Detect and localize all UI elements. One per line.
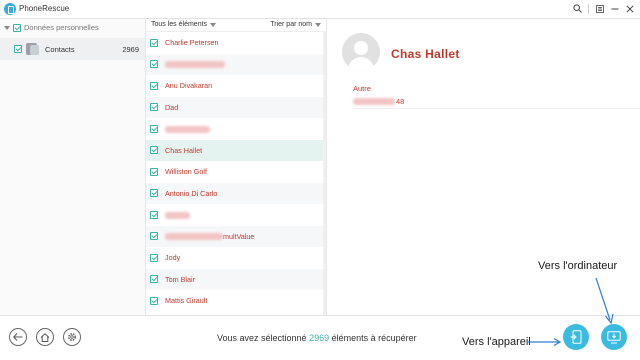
contact-row[interactable]: Jody (146, 247, 326, 269)
title-bar: PhoneRescue (0, 0, 640, 19)
row-checkbox[interactable] (150, 38, 158, 47)
close-icon[interactable] (623, 2, 636, 15)
sidebar-item-label: Contacts (45, 44, 75, 54)
status-count: 2969 (309, 333, 330, 343)
row-checkbox[interactable] (150, 124, 158, 133)
app-logo-icon (4, 3, 16, 15)
row-checkbox[interactable] (150, 210, 158, 219)
field-value: 48 (353, 97, 404, 106)
contact-list: Tous les éléments Trier par nom Charlie … (146, 19, 327, 315)
chevron-down-icon[interactable] (4, 25, 10, 30)
minimize-icon[interactable] (608, 2, 621, 15)
home-icon (40, 332, 50, 342)
search-icon[interactable] (571, 2, 584, 15)
row-checkbox[interactable] (150, 167, 158, 176)
contact-name: Jody (165, 253, 181, 263)
menu-icon[interactable] (593, 2, 606, 15)
category-sidebar: Données personnelles Contacts 2969 (0, 19, 146, 315)
contact-row[interactable]: Anu Divakaran (146, 75, 326, 97)
settings-button[interactable] (63, 328, 81, 346)
contact-row[interactable]: Chas Hallet (146, 139, 326, 161)
chevron-down-icon (210, 22, 217, 27)
row-checkbox[interactable] (150, 103, 158, 112)
contact-name (165, 60, 225, 69)
redacted-name (165, 211, 190, 219)
sort-dropdown[interactable]: Trier par nom (270, 21, 321, 28)
contact-name: Charlie Petersen (165, 38, 219, 48)
contact-name (165, 124, 210, 133)
contact-name: multValue (165, 232, 254, 241)
field-value-suffix: 48 (396, 97, 405, 106)
contact-name-suffix: multValue (223, 231, 255, 241)
window-controls (571, 2, 636, 15)
status-suffix: éléments à récupérer (331, 333, 417, 343)
divider (588, 3, 589, 14)
divider (353, 108, 640, 109)
contact-row[interactable] (146, 204, 326, 226)
recover-to-computer-button[interactable] (601, 324, 627, 350)
row-checkbox[interactable] (150, 189, 158, 198)
contact-name: Chas Hallet (165, 145, 203, 155)
contact-name: Chas Hallet (391, 47, 460, 61)
recover-to-device-button[interactable] (563, 324, 589, 350)
row-checkbox[interactable] (150, 81, 158, 90)
annotation-to-device: Vers l'appareil (462, 336, 531, 348)
filter-label: Tous les éléments (151, 21, 208, 28)
contact-row[interactable] (146, 53, 326, 75)
home-button[interactable] (36, 328, 54, 346)
contact-row[interactable]: Tom Blair (146, 268, 326, 290)
sidebar-item-count: 2969 (122, 44, 139, 54)
redacted-name (165, 61, 225, 69)
contact-row[interactable]: Williston Golf (146, 161, 326, 183)
contact-name: Mattis Girault (165, 296, 208, 306)
list-scrollbar[interactable] (323, 32, 326, 315)
contact-name: Anu Divakaran (165, 81, 213, 91)
redacted-value (353, 98, 395, 105)
phone-export-icon (570, 330, 582, 344)
app-title: PhoneRescue (19, 4, 70, 13)
sidebar-item-contacts[interactable]: Contacts 2969 (0, 38, 145, 60)
arrow-to-computer (595, 277, 614, 325)
contact-row[interactable] (146, 118, 326, 140)
contact-name: Antonio Di Carlo (165, 188, 218, 198)
category-group-header[interactable]: Données personnelles (4, 23, 99, 32)
contact-name: Tom Blair (165, 274, 195, 284)
group-checkbox[interactable] (13, 23, 21, 32)
contact-row[interactable]: Antonio Di Carlo (146, 182, 326, 204)
row-checkbox[interactable] (150, 60, 158, 69)
chevron-down-icon (315, 22, 321, 27)
back-button[interactable] (9, 328, 27, 346)
row-checkbox[interactable] (150, 275, 158, 284)
contact-rows: Charlie Petersen Anu Divakaran Dad Chas Hal… (146, 32, 326, 312)
filter-dropdown[interactable]: Tous les éléments (151, 21, 217, 28)
contacts-icon (26, 42, 39, 56)
row-checkbox[interactable] (150, 146, 158, 155)
gear-icon (68, 333, 76, 341)
contact-row[interactable]: Charlie Petersen (146, 32, 326, 54)
contact-row[interactable]: Mattis Girault (146, 290, 326, 312)
redacted-name (165, 233, 223, 241)
contact-name: Williston Golf (165, 167, 207, 177)
avatar (342, 33, 380, 71)
row-checkbox[interactable] (150, 296, 158, 305)
row-checkbox[interactable] (150, 232, 158, 241)
arrow-to-device (528, 337, 562, 347)
group-label: Données personnelles (24, 23, 99, 32)
status-prefix: Vous avez sélectionné (217, 333, 307, 343)
annotation-to-computer: Vers l'ordinateur (538, 260, 618, 272)
field-label: Autre (353, 84, 371, 93)
contact-row[interactable]: multValue (146, 225, 326, 247)
list-header: Tous les éléments Trier par nom (146, 19, 326, 32)
selection-status: Vous avez sélectionné 2969 éléments à ré… (217, 333, 417, 343)
sort-label: Trier par nom (270, 21, 312, 28)
computer-export-icon (607, 330, 621, 343)
row-checkbox[interactable] (150, 253, 158, 262)
contact-name (165, 210, 190, 219)
contact-row[interactable]: Dad (146, 96, 326, 118)
redacted-name (165, 125, 210, 133)
arrow-left-icon (13, 333, 23, 341)
contact-name: Dad (165, 102, 179, 112)
contacts-checkbox[interactable] (14, 45, 22, 53)
